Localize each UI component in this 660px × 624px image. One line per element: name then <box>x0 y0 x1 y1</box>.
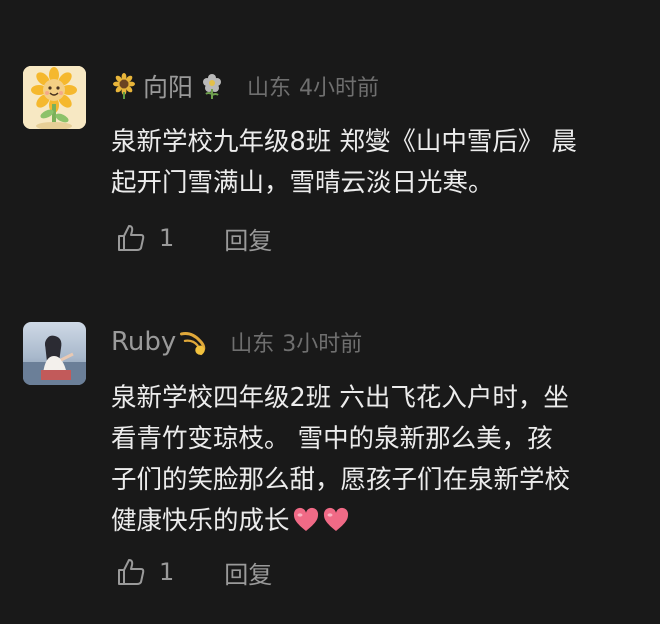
comment-text: 泉新学校九年级8班 郑燮《山中雪后》 晨 起开门雪满山，雪晴云淡日光寒。 <box>111 127 577 198</box>
heart-icon <box>323 507 348 531</box>
comment-item: 向阳 山东 4小时前 泉新学校九年级8班 郑燮《山中雪后》 晨 起开门雪满山，雪… <box>0 0 660 290</box>
comment-item: Ruby 山东 3小时前 泉新学校四年级2班 六出飞花入户时，坐 看青竹变琼枝。… <box>0 290 660 624</box>
comment-meta: 山东 3小时前 <box>230 326 362 358</box>
sunflower-avatar-icon <box>23 66 86 129</box>
like-count: 1 <box>159 224 175 252</box>
reply-button[interactable]: 回复 <box>224 555 272 590</box>
avatar[interactable] <box>23 322 86 385</box>
avatar[interactable] <box>23 66 86 129</box>
username[interactable]: 向阳 <box>111 68 225 104</box>
like-count: 1 <box>159 558 175 586</box>
time-label: 4小时前 <box>299 76 380 101</box>
reply-button[interactable]: 回复 <box>224 221 272 256</box>
comment-header: 向阳 山东 4小时前 <box>111 68 379 104</box>
girl-photo-avatar-icon <box>23 322 86 385</box>
time-label: 3小时前 <box>282 332 363 357</box>
sunflower-icon <box>113 73 135 99</box>
flower-icon <box>203 74 222 99</box>
comment-actions: 1 回复 <box>115 554 272 590</box>
comment-header: Ruby 山东 3小时前 <box>111 324 362 360</box>
comet-icon <box>180 331 206 356</box>
thumbs-up-icon[interactable] <box>115 222 147 254</box>
comment-actions: 1 回复 <box>115 220 272 256</box>
location-label: 山东 <box>230 332 275 357</box>
comment-meta: 山东 4小时前 <box>247 70 379 102</box>
comment-text: 泉新学校四年级2班 六出飞花入户时，坐 看青竹变琼枝。 雪中的泉新那么美，孩 子… <box>111 378 641 542</box>
location-label: 山东 <box>247 76 292 101</box>
thumbs-up-icon[interactable] <box>115 556 147 588</box>
heart-icon <box>293 507 318 531</box>
username[interactable]: Ruby <box>111 327 208 357</box>
